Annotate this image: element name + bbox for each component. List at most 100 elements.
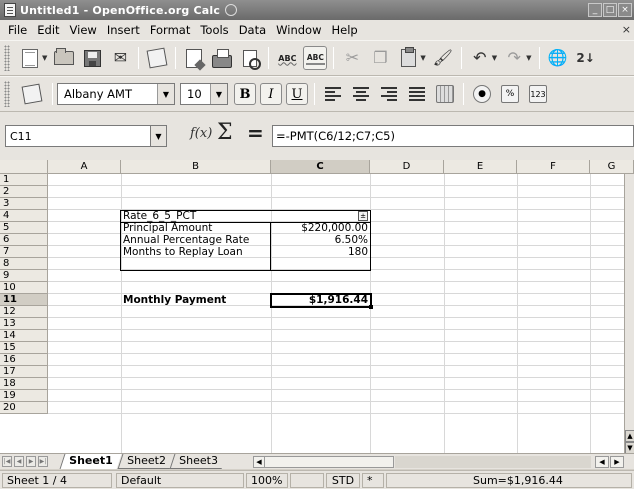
font-name-combo[interactable]: Albany AMT ▼ xyxy=(57,83,175,105)
column-header-d[interactable]: D xyxy=(370,160,444,174)
horizontal-scroll-track[interactable] xyxy=(395,456,591,468)
italic-button[interactable]: I xyxy=(260,83,282,105)
percent-format-button[interactable]: % xyxy=(498,82,522,106)
export-pdf-button[interactable] xyxy=(182,46,206,70)
styles-formatting-button[interactable] xyxy=(18,82,46,106)
row-header-14[interactable]: 14 xyxy=(0,330,48,342)
format-paintbrush-button[interactable]: 🖌 xyxy=(431,46,455,70)
sum-button[interactable]: Σ xyxy=(217,120,233,145)
print-button[interactable] xyxy=(210,46,234,70)
cell-c7[interactable]: 180 xyxy=(271,247,370,259)
menu-data[interactable]: Data xyxy=(234,23,271,37)
undo-button[interactable]: ↶ xyxy=(468,46,492,70)
sheet-tab-sheet2[interactable]: Sheet2 xyxy=(117,454,175,469)
corner-select-all[interactable] xyxy=(0,160,48,174)
prev-sheet-icon[interactable]: ◀ xyxy=(14,456,24,467)
row-header-1[interactable]: 1 xyxy=(0,174,48,186)
menu-edit[interactable]: Edit xyxy=(32,23,64,37)
copy-button[interactable]: ❐ xyxy=(368,46,392,70)
row-header-4[interactable]: 4 xyxy=(0,210,48,222)
open-button[interactable] xyxy=(52,46,76,70)
underline-button[interactable]: U xyxy=(286,83,308,105)
status-selection-mode[interactable]: STD xyxy=(326,473,360,488)
spellcheck-button[interactable]: ABC xyxy=(275,46,299,70)
menu-tools[interactable]: Tools xyxy=(195,23,233,37)
maximize-button[interactable]: □ xyxy=(603,3,617,17)
last-sheet-icon[interactable]: ▶| xyxy=(38,456,48,467)
font-size-combo[interactable]: 10 ▼ xyxy=(180,83,228,105)
scroll-left-icon[interactable]: ◀ xyxy=(595,456,609,468)
sticky-window-icon[interactable] xyxy=(225,4,238,16)
page-preview-button[interactable] xyxy=(238,46,262,70)
row-header-11[interactable]: 11 xyxy=(0,294,48,306)
formula-input[interactable]: =-PMT(C6/12;C7;C5) xyxy=(272,125,634,147)
merge-cells-button[interactable] xyxy=(433,82,457,106)
fill-handle[interactable] xyxy=(369,305,373,309)
cell-c6[interactable]: 6.50% xyxy=(271,235,370,247)
row-header-15[interactable]: 15 xyxy=(0,342,48,354)
row-header-13[interactable]: 13 xyxy=(0,318,48,330)
cell-b4[interactable]: Rate_6_5_PCT xyxy=(121,211,271,223)
scroll-left-icon[interactable]: ◀ xyxy=(253,456,265,468)
menu-view[interactable]: View xyxy=(65,23,102,37)
menu-help[interactable]: Help xyxy=(327,23,363,37)
cell-b11[interactable]: Monthly Payment xyxy=(121,295,271,307)
email-button[interactable]: ✉ xyxy=(108,46,132,70)
cut-button[interactable]: ✂ xyxy=(340,46,364,70)
horizontal-scroll-thumb[interactable] xyxy=(316,456,374,468)
paste-button[interactable] xyxy=(396,46,420,70)
close-window-button[interactable]: × xyxy=(618,3,632,17)
hyperlink-button[interactable]: 🌐 xyxy=(546,46,570,70)
new-document-button[interactable] xyxy=(18,46,42,70)
status-zoom[interactable]: 100% xyxy=(246,473,288,488)
cell-b6[interactable]: Annual Percentage Rate xyxy=(121,235,271,247)
column-header-f[interactable]: F xyxy=(517,160,590,174)
undo-dropdown-icon[interactable]: ▼ xyxy=(492,54,497,62)
font-size-dropdown-icon[interactable]: ▼ xyxy=(210,84,227,104)
row-header-16[interactable]: 16 xyxy=(0,354,48,366)
row-header-17[interactable]: 17 xyxy=(0,366,48,378)
align-left-button[interactable] xyxy=(321,82,345,106)
edit-file-button[interactable] xyxy=(145,46,169,70)
redo-dropdown-icon[interactable]: ▼ xyxy=(526,54,531,62)
sheet-tab-sheet1[interactable]: Sheet1 xyxy=(59,454,122,469)
row-header-10[interactable]: 10 xyxy=(0,282,48,294)
justify-button[interactable] xyxy=(405,82,429,106)
cell-b5[interactable]: Principal Amount xyxy=(121,223,271,235)
autofilter-dropdown-icon[interactable]: ± xyxy=(358,211,368,221)
number-format-button[interactable]: 123 xyxy=(526,82,550,106)
row-header-6[interactable]: 6 xyxy=(0,234,48,246)
minimize-button[interactable]: _ xyxy=(588,3,602,17)
redo-button[interactable]: ↷ xyxy=(502,46,526,70)
currency-format-button[interactable]: ● xyxy=(470,82,494,106)
name-box[interactable]: C11 xyxy=(5,125,160,147)
column-header-e[interactable]: E xyxy=(444,160,517,174)
row-header-3[interactable]: 3 xyxy=(0,198,48,210)
first-sheet-icon[interactable]: |◀ xyxy=(2,456,12,467)
save-button[interactable] xyxy=(80,46,104,70)
menu-window[interactable]: Window xyxy=(271,23,326,37)
name-box-dropdown-icon[interactable]: ▼ xyxy=(150,125,167,147)
vertical-scrollbar[interactable]: ▲ ▼ xyxy=(624,174,634,453)
function-button[interactable]: = xyxy=(247,121,264,145)
toolbar-grip[interactable] xyxy=(4,81,10,107)
sheet-tab-sheet3[interactable]: Sheet3 xyxy=(169,454,227,469)
row-header-9[interactable]: 9 xyxy=(0,270,48,282)
column-header-b[interactable]: B xyxy=(121,160,271,174)
sort-ascending-button[interactable]: 2↓ xyxy=(574,46,598,70)
bold-button[interactable]: B xyxy=(234,83,256,105)
toolbar-grip[interactable] xyxy=(4,45,10,71)
row-header-8[interactable]: 8 xyxy=(0,258,48,270)
align-right-button[interactable] xyxy=(377,82,401,106)
column-header-g[interactable]: G xyxy=(590,160,634,174)
menu-format[interactable]: Format xyxy=(145,23,196,37)
row-header-18[interactable]: 18 xyxy=(0,378,48,390)
new-dropdown-icon[interactable]: ▼ xyxy=(42,54,47,62)
column-header-a[interactable]: A xyxy=(48,160,121,174)
cell-c5[interactable]: $220,000.00 xyxy=(271,223,370,235)
align-center-button[interactable] xyxy=(349,82,373,106)
scroll-up-icon[interactable]: ▲ xyxy=(625,430,634,442)
row-header-12[interactable]: 12 xyxy=(0,306,48,318)
next-sheet-icon[interactable]: ▶ xyxy=(26,456,36,467)
scroll-right-icon[interactable]: ▶ xyxy=(610,456,624,468)
